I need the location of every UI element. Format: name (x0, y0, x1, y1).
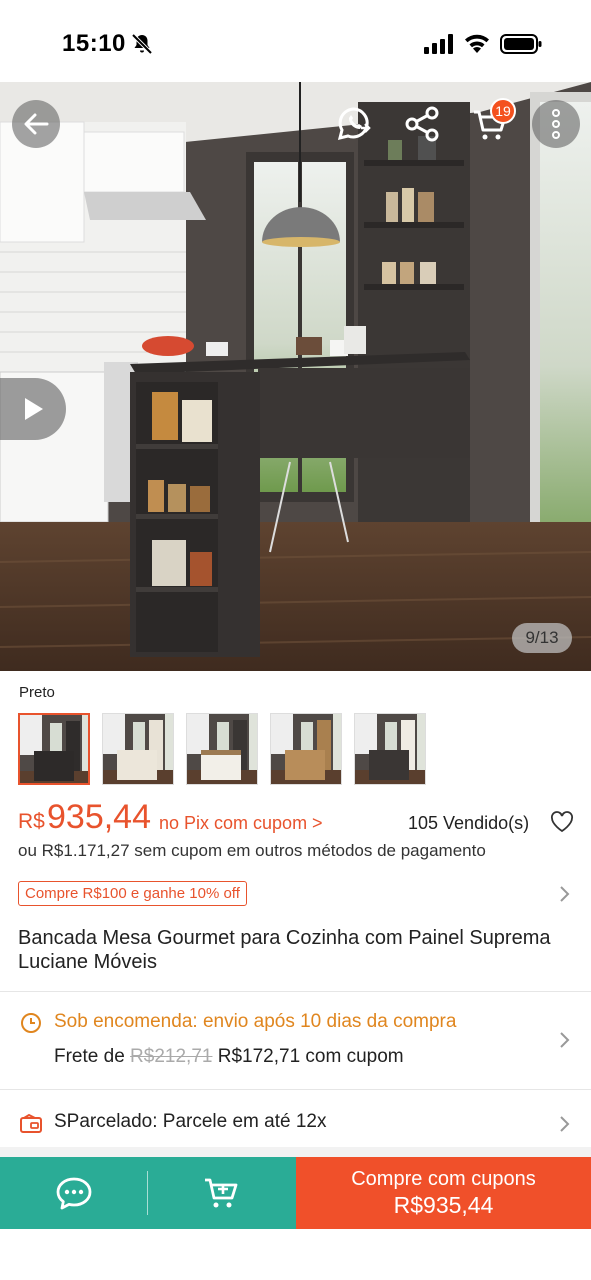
installments-text: SParcelado: Parcele em até 12x (54, 1111, 327, 1132)
product-image-gallery[interactable]: 19 9/13 (0, 82, 591, 671)
share-icon (405, 106, 439, 142)
thumbnail-image (20, 715, 88, 783)
back-arrow-icon (24, 113, 49, 135)
share-button[interactable] (398, 100, 446, 148)
price-value: 935,44 (47, 798, 151, 836)
variant-thumbnail[interactable] (270, 713, 342, 785)
variant-thumbnail[interactable] (354, 713, 426, 785)
chevron-right-icon[interactable] (558, 885, 570, 903)
product-title: Bancada Mesa Gourmet para Cozinha com Pa… (18, 927, 551, 973)
divider (0, 991, 591, 992)
price-currency: R$ (18, 810, 45, 833)
whatsapp-share-icon (337, 107, 371, 141)
cart-count-badge: 19 (490, 98, 516, 124)
battery-icon (500, 34, 542, 54)
add-to-cart-icon (205, 1178, 238, 1208)
divider (0, 1089, 591, 1090)
product-photo-kitchen-bar (0, 82, 591, 671)
more-vertical-icon (552, 109, 560, 139)
clock-icon (21, 1013, 41, 1033)
installment-card-icon (20, 1113, 42, 1133)
variant-thumbnail[interactable] (186, 713, 258, 785)
alternative-price-text: ou R$1.171,27 sem cupom em outros método… (18, 841, 486, 860)
whatsapp-share-button[interactable] (330, 100, 378, 148)
buy-button-label: Compre com cupons (351, 1168, 536, 1190)
back-button[interactable] (12, 100, 60, 148)
chevron-right-icon (560, 1032, 570, 1048)
shipping-price: Frete de R$212,71 R$172,71 com cupom (54, 1046, 404, 1068)
variant-color-label: Preto (19, 684, 55, 701)
status-bar: 15:10 (0, 0, 591, 82)
thumbnail-image (271, 714, 341, 784)
frete-old-price: R$212,71 (130, 1046, 213, 1067)
shipping-title: Sob encomenda: envio após 10 dias da com… (54, 1011, 457, 1032)
chat-icon (56, 1177, 91, 1210)
price-row: R$ 935,44 no Pix com cupom > 105 Vendido… (18, 798, 578, 842)
favorite-heart-icon[interactable] (550, 811, 574, 833)
buy-button-price: R$935,44 (393, 1192, 494, 1218)
thumbnail-image (187, 714, 257, 784)
buy-with-coupon-button[interactable]: Compre com cupons R$935,44 (296, 1157, 591, 1229)
coupon-badge[interactable]: Compre R$100 e ganhe 10% off (18, 881, 247, 906)
wifi-icon (465, 34, 489, 53)
thumbnail-image (103, 714, 173, 784)
play-video-button[interactable] (0, 378, 66, 440)
pix-coupon-link[interactable]: no Pix com cupom > (159, 813, 323, 834)
cellular-signal-icon (424, 34, 453, 54)
play-icon (25, 398, 43, 420)
variant-thumbnail[interactable] (18, 713, 90, 785)
variant-thumbnail[interactable] (102, 713, 174, 785)
bottom-action-bar: Compre com cupons R$935,44 (0, 1157, 591, 1229)
frete-label: Frete de (54, 1046, 125, 1067)
frete-new-price: R$172,71 com cupom (217, 1046, 404, 1067)
sold-count: 105 Vendido(s) (408, 813, 530, 833)
secondary-actions (0, 1157, 296, 1229)
more-options-button[interactable] (532, 100, 580, 148)
status-time: 15:10 (62, 30, 126, 57)
chat-button[interactable] (0, 1157, 147, 1229)
image-counter: 9/13 (512, 623, 572, 653)
chevron-right-icon (560, 1116, 570, 1132)
section-separator (0, 1147, 591, 1157)
thumbnail-image (355, 714, 425, 784)
bell-off-icon (131, 33, 153, 55)
add-to-cart-button[interactable] (148, 1157, 296, 1229)
variant-thumbnails (18, 713, 426, 785)
